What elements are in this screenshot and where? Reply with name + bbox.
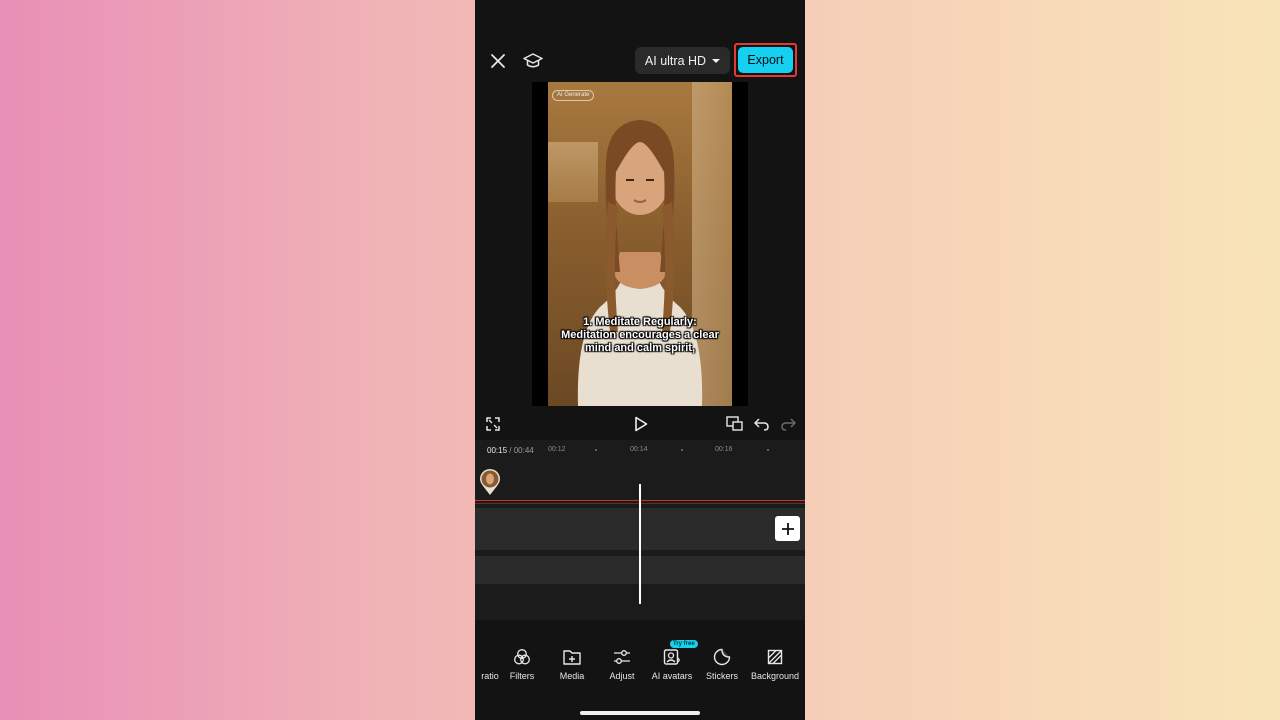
tool-media[interactable]: Media: [547, 646, 597, 686]
quality-label: AI ultra HD: [645, 54, 706, 68]
caret-down-icon: [712, 58, 720, 64]
subtitle-caption[interactable]: 1. Meditate Regularly: Meditation encour…: [548, 316, 732, 355]
graduation-cap-icon: [523, 52, 543, 70]
undo-icon: [754, 417, 770, 431]
current-time: 00:15: [487, 446, 507, 455]
avatar-marker[interactable]: [479, 468, 501, 496]
ruler-dot: [681, 449, 683, 451]
tool-background[interactable]: Background: [749, 646, 801, 686]
stickers-icon: [713, 648, 731, 666]
tool-filters[interactable]: Filters: [497, 646, 547, 686]
tool-adjust[interactable]: Adjust: [597, 646, 647, 686]
export-button[interactable]: Export: [738, 47, 793, 73]
tool-label: Adjust: [609, 671, 634, 681]
caption-line: mind and calm spirit,: [548, 342, 732, 355]
playback-controls: [475, 410, 805, 438]
close-icon: [489, 52, 507, 70]
video-preview[interactable]: AI Generate 1. Meditate Regularly: Medit…: [548, 82, 732, 406]
fullscreen-icon: [486, 417, 500, 431]
add-clip-button[interactable]: [775, 516, 800, 541]
ruler-dot: [595, 449, 597, 451]
tool-label: Stickers: [706, 671, 738, 681]
caption-line: Meditation encourages a clear: [548, 329, 732, 342]
tool-ai-avatars[interactable]: AI avatars: [647, 646, 697, 686]
top-bar: AI ultra HD Export: [475, 40, 805, 82]
ruler-tick-label: 00:14: [630, 446, 648, 453]
tool-stickers[interactable]: Stickers: [697, 646, 747, 686]
quality-selector[interactable]: AI ultra HD: [635, 47, 730, 74]
ai-avatars-icon: [663, 648, 681, 666]
export-highlight: Export: [734, 43, 797, 77]
tool-label: AI avatars: [652, 671, 693, 681]
tool-label: Media: [560, 671, 585, 681]
time-separator: /: [509, 446, 511, 455]
close-button[interactable]: [485, 48, 511, 74]
tool-label: Filters: [510, 671, 535, 681]
timeline[interactable]: 00:15 / 00:44 00:12 00:14 00:16: [475, 440, 805, 620]
redo-icon: [780, 417, 796, 431]
undo-button[interactable]: [752, 414, 772, 434]
ruler-dot: [767, 449, 769, 451]
background-icon: [767, 649, 783, 665]
video-frame-image: [548, 82, 732, 406]
playhead[interactable]: [639, 484, 641, 604]
play-button[interactable]: [630, 413, 652, 435]
plus-icon: [781, 522, 795, 536]
adjust-icon: [613, 649, 631, 665]
tool-label: Background: [751, 671, 799, 681]
tutorial-button[interactable]: [520, 48, 546, 74]
ruler-tick-label: 00:16: [715, 446, 733, 453]
ruler-tick-label: 00:12: [548, 446, 566, 453]
bottom-toolbar: ratio Filters Media Adjust AI avatars St…: [475, 646, 805, 686]
caption-line: 1. Meditate Regularly:: [548, 316, 732, 329]
keyframe-toggle-button[interactable]: [725, 414, 747, 434]
watermark: AI Generate: [552, 90, 594, 101]
home-indicator[interactable]: [580, 711, 700, 715]
total-time: 00:44: [514, 446, 534, 455]
timecode: 00:15 / 00:44: [487, 446, 534, 455]
preview-toggle-icon: [726, 415, 746, 433]
avatar-pin-icon: [479, 468, 501, 496]
play-icon: [634, 416, 648, 432]
filters-icon: [513, 648, 531, 666]
redo-button[interactable]: [778, 414, 798, 434]
media-icon: [562, 648, 582, 666]
fullscreen-button[interactable]: [483, 414, 503, 434]
editor-screen: AI ultra HD Export AI Generate 1. Medita…: [475, 0, 805, 720]
